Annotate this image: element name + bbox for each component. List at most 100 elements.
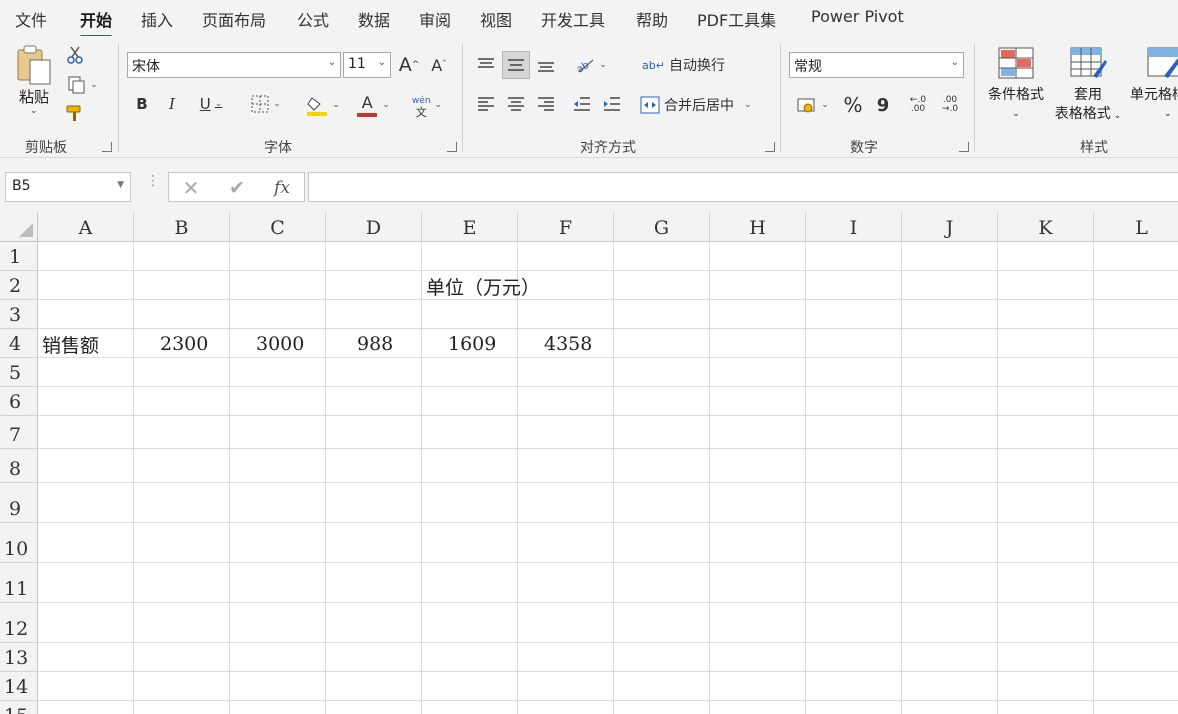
row-header-5[interactable]: 5 — [0, 358, 38, 387]
align-top-button[interactable] — [474, 52, 498, 78]
alignment-dialog-launcher[interactable]: . — [765, 142, 775, 152]
row-header-2[interactable]: 2 — [0, 271, 38, 300]
column-header-e[interactable]: E — [422, 212, 518, 242]
italic-button[interactable]: I — [160, 92, 184, 116]
row-header-11[interactable]: 11 — [0, 563, 38, 603]
cancel-icon[interactable]: ✕ — [177, 176, 205, 200]
copy-button[interactable]: ⌄ — [62, 74, 104, 96]
cut-icon[interactable] — [64, 44, 86, 66]
tab-developer[interactable]: 开发工具 — [541, 7, 605, 31]
tab-insert[interactable]: 插入 — [141, 7, 173, 31]
align-right-button[interactable] — [534, 92, 558, 116]
bold-button[interactable]: B — [130, 92, 154, 116]
tab-formulas[interactable]: 公式 — [297, 7, 329, 31]
font-name-combo[interactable]: 宋体 ⌄ — [127, 52, 341, 78]
tab-pdf-tools[interactable]: PDF工具集 — [697, 7, 776, 31]
row-header-14[interactable]: 14 — [0, 672, 38, 701]
row-header-10[interactable]: 10 — [0, 523, 38, 563]
cell-styles-button[interactable]: 单元格样 ⌄ — [1128, 46, 1178, 124]
row-header-9[interactable]: 9 — [0, 483, 38, 523]
worksheet-grid[interactable]: A B C D E F G H I J K L 1 2 3 4 5 6 7 8 … — [0, 212, 1178, 714]
shrink-font-icon: A — [431, 55, 443, 75]
cell-a4[interactable]: 销售额 — [42, 331, 99, 358]
name-box[interactable]: B5 ▼ — [5, 172, 131, 202]
tab-view[interactable]: 视图 — [480, 7, 512, 31]
format-painter-icon[interactable] — [63, 102, 85, 124]
wrap-text-label: 自动换行 — [668, 58, 725, 74]
cell-d4[interactable]: 988 — [357, 333, 393, 355]
merge-center-button[interactable]: 合并后居中 ⌄ — [640, 92, 770, 118]
align-middle-button[interactable] — [502, 51, 530, 79]
row-header-7[interactable]: 7 — [0, 416, 38, 449]
fill-color-button[interactable]: ⌄ — [302, 92, 344, 118]
column-header-l[interactable]: L — [1094, 212, 1178, 242]
tab-page-layout[interactable]: 页面布局 — [202, 7, 266, 31]
font-size-combo[interactable]: 11 ⌄ — [343, 52, 391, 78]
separator — [462, 44, 463, 152]
formula-input[interactable] — [308, 172, 1178, 202]
format-as-table-icon — [1070, 47, 1107, 78]
percent-button[interactable]: % — [840, 92, 866, 118]
decrease-decimal-button[interactable]: .00 →.0 — [936, 92, 964, 118]
column-header-d[interactable]: D — [326, 212, 422, 242]
column-header-g[interactable]: G — [614, 212, 710, 242]
paste-dropdown-icon[interactable]: ⌄ — [30, 106, 38, 116]
accounting-format-button[interactable]: ⌄ — [792, 92, 834, 118]
font-dialog-launcher[interactable]: . — [447, 142, 457, 152]
cell-e4[interactable]: 1609 — [448, 333, 496, 355]
increase-decimal-button[interactable]: ←.0 .00 — [904, 92, 932, 118]
column-header-f[interactable]: F — [518, 212, 614, 242]
orientation-button[interactable]: ab ⌄ — [570, 52, 612, 78]
row-header-13[interactable]: 13 — [0, 643, 38, 672]
separator — [974, 44, 975, 152]
cell-c4[interactable]: 3000 — [256, 333, 304, 355]
align-left-button[interactable] — [474, 92, 498, 116]
wrap-text-button[interactable]: ab↵ 自动换行 — [642, 52, 752, 78]
column-header-j[interactable]: J — [902, 212, 998, 242]
row-header-1[interactable]: 1 — [0, 242, 38, 271]
borders-button[interactable]: ⌄ — [244, 92, 288, 116]
tab-review[interactable]: 审阅 — [419, 7, 451, 31]
align-center-button[interactable] — [504, 92, 528, 116]
tab-home[interactable]: 开始 — [80, 7, 113, 38]
row-header-15[interactable]: 15 — [0, 701, 38, 714]
cell-f4[interactable]: 4358 — [544, 333, 592, 355]
cell-e2[interactable]: 单位（万元） — [426, 273, 540, 300]
increase-indent-button[interactable] — [600, 92, 624, 116]
shrink-font-button[interactable]: Aˇ — [426, 52, 452, 78]
tab-file[interactable]: 文件 — [15, 7, 47, 31]
decrease-indent-button[interactable] — [570, 92, 594, 116]
format-as-table-button[interactable]: 套用 表格格式 ⌄ — [1050, 46, 1126, 126]
align-bottom-button[interactable] — [534, 52, 558, 78]
clipboard-dialog-launcher[interactable]: . — [102, 142, 112, 152]
insert-function-button[interactable]: fx — [267, 176, 297, 200]
paste-button[interactable]: 粘贴 ⌄ — [14, 44, 58, 124]
chevron-down-icon: ▼ — [117, 180, 124, 190]
column-header-k[interactable]: K — [998, 212, 1094, 242]
select-all-button[interactable] — [0, 212, 38, 242]
column-header-h[interactable]: H — [710, 212, 806, 242]
enter-icon[interactable]: ✔ — [223, 176, 251, 200]
column-header-c[interactable]: C — [230, 212, 326, 242]
number-dialog-launcher[interactable]: . — [959, 142, 969, 152]
row-header-12[interactable]: 12 — [0, 603, 38, 643]
underline-button[interactable]: U ⌄ — [190, 92, 232, 116]
row-header-3[interactable]: 3 — [0, 300, 38, 329]
font-color-button[interactable]: A ⌄ — [352, 92, 394, 118]
row-header-4[interactable]: 4 — [0, 329, 38, 358]
column-header-a[interactable]: A — [38, 212, 134, 242]
tab-help[interactable]: 帮助 — [636, 7, 668, 31]
comma-style-button[interactable]: 9 — [872, 92, 894, 118]
formula-bar-resize-handle[interactable]: ⋮ — [146, 174, 160, 188]
tab-data[interactable]: 数据 — [358, 7, 390, 31]
tab-power-pivot[interactable]: Power Pivot — [811, 7, 904, 26]
grow-font-button[interactable]: A ^ — [396, 52, 422, 78]
row-header-6[interactable]: 6 — [0, 387, 38, 416]
row-header-8[interactable]: 8 — [0, 449, 38, 483]
cell-b4[interactable]: 2300 — [160, 333, 208, 355]
conditional-formatting-button[interactable]: 条件格式 ⌄ — [983, 46, 1049, 124]
column-header-i[interactable]: I — [806, 212, 902, 242]
number-format-combo[interactable]: 常规 ⌄ — [789, 52, 964, 78]
phonetic-guide-button[interactable]: wén 文 ⌄ — [406, 92, 448, 118]
column-header-b[interactable]: B — [134, 212, 230, 242]
